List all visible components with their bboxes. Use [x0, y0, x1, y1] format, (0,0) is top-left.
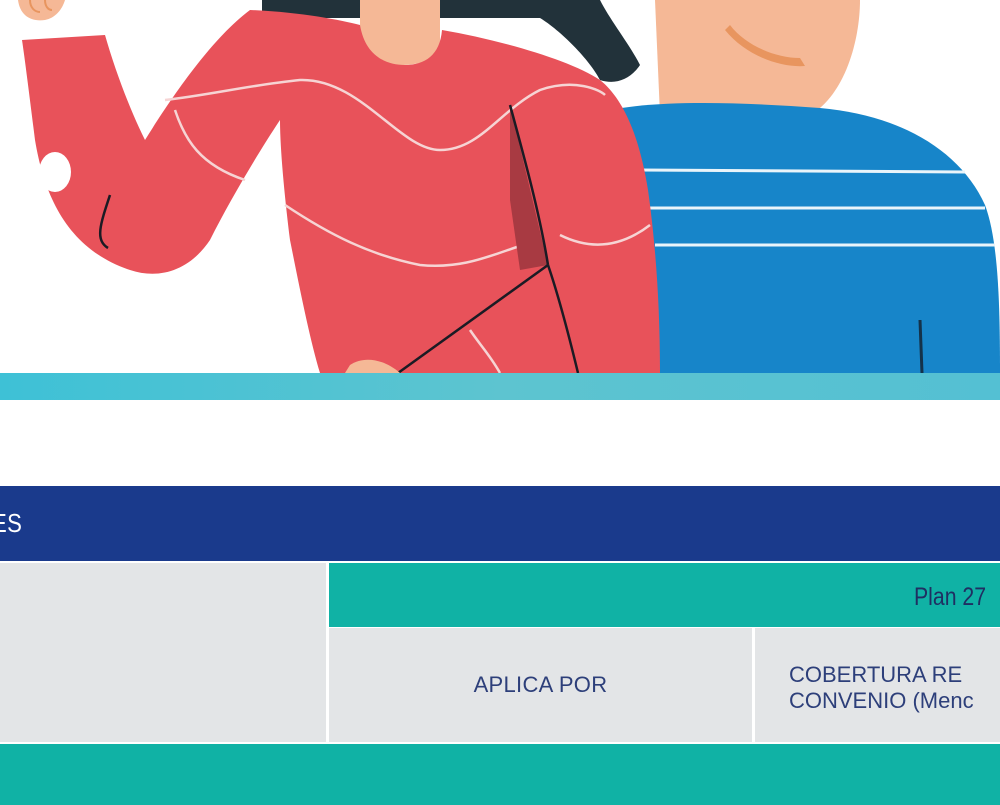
table-left-cell	[0, 563, 326, 742]
man-neck	[655, 0, 860, 115]
woman-hand	[18, 0, 65, 21]
hero-illustration	[0, 0, 1000, 373]
page: ES Plan 27 APLICA POR COBERTURA RE CONVE…	[0, 0, 1000, 805]
aplica-column-header: APLICA POR	[329, 628, 752, 742]
cobertura-column-header: COBERTURA RE CONVENIO (Menc	[755, 628, 1000, 742]
people-illustration	[18, 0, 1000, 373]
spacer	[0, 400, 1000, 486]
plan-label: Plan 27	[914, 583, 987, 611]
sweater-stripe	[639, 168, 966, 174]
table-header-text: ES	[0, 508, 23, 538]
sweater-fold	[918, 319, 924, 373]
plan-header: Plan 27	[329, 563, 1000, 627]
table-row-teal	[0, 744, 1000, 805]
table-header-bar: ES	[0, 486, 1000, 561]
elbow-patch	[39, 152, 71, 192]
aplica-label: APLICA POR	[473, 672, 608, 697]
woman-figure	[18, 0, 660, 373]
cobertura-label-line2: CONVENIO (Menc	[789, 688, 974, 713]
cobertura-label-line1: COBERTURA RE	[789, 662, 963, 687]
divider-stripe	[0, 373, 1000, 400]
